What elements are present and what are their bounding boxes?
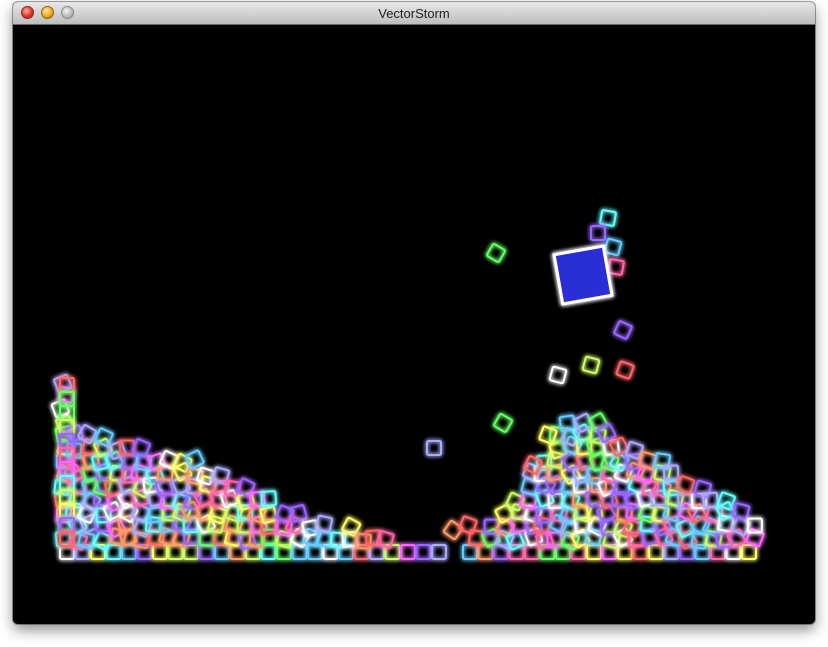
physics-box [666, 489, 685, 507]
physics-box [121, 544, 137, 560]
physics-box [548, 365, 568, 385]
player-box [552, 244, 614, 306]
physics-box [613, 320, 633, 340]
window-title: VectorStorm [378, 6, 450, 21]
physics-box [369, 544, 385, 560]
physics-box [307, 544, 323, 560]
physics-box [615, 360, 635, 380]
game-window: VectorStorm [13, 2, 815, 624]
physics-box [167, 544, 184, 560]
physics-box [586, 544, 602, 560]
game-scene [50, 209, 765, 560]
physics-box [741, 544, 757, 560]
physics-box [152, 544, 168, 560]
physics-box [208, 505, 227, 525]
physics-box [426, 440, 442, 456]
physics-box [599, 209, 617, 227]
physics-box [690, 532, 708, 550]
physics-box [581, 355, 601, 375]
physics-box [462, 544, 478, 560]
physics-box [485, 242, 507, 264]
physics-box [198, 530, 216, 547]
physics-box [400, 544, 416, 560]
physics-box [431, 544, 447, 560]
game-canvas[interactable] [13, 25, 815, 624]
physics-box [214, 544, 230, 560]
physics-box [492, 412, 514, 434]
physics-box [315, 514, 334, 533]
physics-box [477, 544, 494, 560]
physics-box [607, 258, 625, 276]
physics-box [524, 544, 540, 560]
physics-box [648, 544, 664, 560]
physics-box [676, 475, 696, 495]
title-bar[interactable]: VectorStorm [13, 2, 815, 25]
physics-box [663, 544, 680, 560]
physics-box [198, 544, 215, 560]
physics-box-layer [50, 209, 765, 560]
physics-box [415, 544, 432, 560]
physics-box [291, 544, 308, 560]
physics-box [590, 225, 606, 241]
physics-box [603, 237, 623, 257]
physics-box [107, 440, 127, 460]
